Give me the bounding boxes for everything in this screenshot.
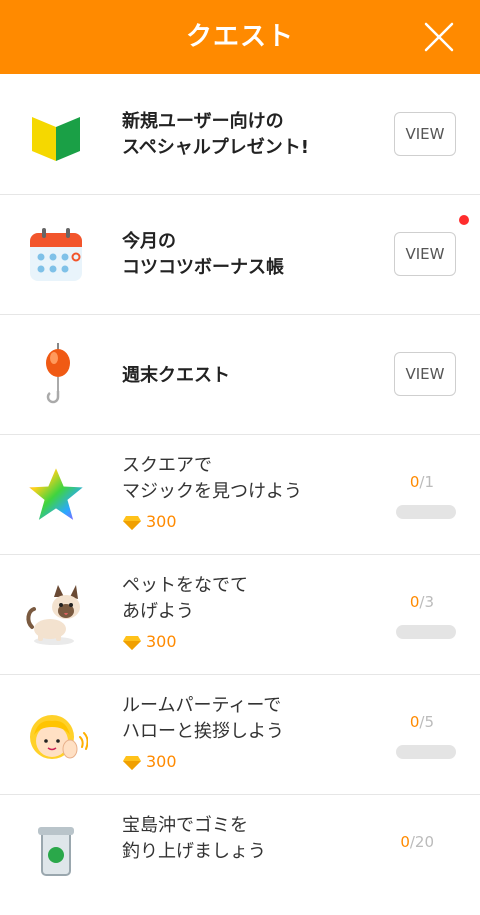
quest-title-line2: ハローと挨拶しよう [122, 721, 284, 742]
progress-count: 0/20 [400, 833, 434, 851]
progress-bar [396, 505, 456, 519]
trash-can-icon [38, 827, 74, 876]
cat-icon [26, 585, 80, 645]
notification-dot [459, 215, 469, 225]
progress-bar [396, 625, 456, 639]
quest-row-find-magic[interactable]: スクエアで マジックを見つけよう 300 0/1 [0, 435, 480, 555]
beginner-mark-icon [32, 117, 80, 161]
quest-title-line2: スペシャルプレゼント! [122, 137, 309, 158]
quest-title: 週末クエスト [122, 365, 230, 386]
progress-total: /20 [409, 833, 434, 851]
waving-person-icon [30, 715, 88, 759]
header-bar: クエスト [0, 0, 480, 74]
progress-current: 0 [409, 713, 420, 731]
calendar-icon [30, 228, 82, 281]
progress-count: 0/1 [410, 473, 434, 491]
close-button[interactable] [424, 22, 454, 52]
quest-title-line2: コツコツボーナス帳 [122, 257, 284, 278]
view-button[interactable]: VIEW [394, 232, 456, 276]
page-title: クエスト [185, 22, 294, 52]
quest-title-line1: スクエアで [122, 455, 212, 476]
reward-amount: 300 [146, 512, 177, 531]
quest-title-line1: 今月の [122, 231, 176, 252]
progress-count: 0/5 [410, 713, 434, 731]
gem-icon [123, 635, 141, 650]
reward-gems: 300 [122, 632, 177, 652]
quest-title-line2: 釣り上げましょう [122, 841, 266, 862]
gem-icon [123, 515, 141, 530]
quest-title-line1: 宝島沖でゴミを [122, 815, 248, 836]
progress-current: 0 [409, 473, 420, 491]
quest-row-pet[interactable]: ペットをなでて あげよう 300 0/3 [0, 555, 480, 675]
quest-row-fish-trash[interactable]: 宝島沖でゴミを 釣り上げましょう 0/20 [0, 795, 480, 915]
progress-bar [396, 745, 456, 759]
progress-total: /1 [419, 473, 434, 491]
reward-amount: 300 [146, 632, 177, 651]
view-button[interactable]: VIEW [394, 352, 456, 396]
reward-gems: 300 [122, 512, 177, 532]
close-icon [424, 22, 454, 52]
quest-title-line2: あげよう [122, 601, 194, 622]
quest-title-line1: ペットをなでて [122, 575, 248, 596]
quest-row-monthly-bonus[interactable]: 今月の コツコツボーナス帳 VIEW [0, 195, 480, 315]
gem-icon [123, 755, 141, 770]
reward-gems: 300 [122, 752, 177, 772]
quest-title-line1: ルームパーティーで [122, 695, 282, 716]
progress-total: /3 [419, 593, 434, 611]
rainbow-star-icon [26, 465, 86, 523]
quest-title-line1: 新規ユーザー向けの [122, 111, 284, 132]
progress-current: 0 [409, 593, 420, 611]
quest-row-weekend[interactable]: 週末クエスト VIEW [0, 315, 480, 435]
progress-total: /5 [419, 713, 434, 731]
progress-count: 0/3 [410, 593, 434, 611]
fishing-float-icon [46, 343, 70, 404]
view-button[interactable]: VIEW [394, 112, 456, 156]
progress-current: 0 [400, 833, 410, 851]
quest-title-line2: マジックを見つけよう [122, 481, 302, 502]
reward-amount: 300 [146, 752, 177, 771]
quest-row-new-user-gift[interactable]: 新規ユーザー向けの スペシャルプレゼント! VIEW [0, 75, 480, 195]
quest-row-room-party[interactable]: ルームパーティーで ハローと挨拶しよう 300 0/5 [0, 675, 480, 795]
